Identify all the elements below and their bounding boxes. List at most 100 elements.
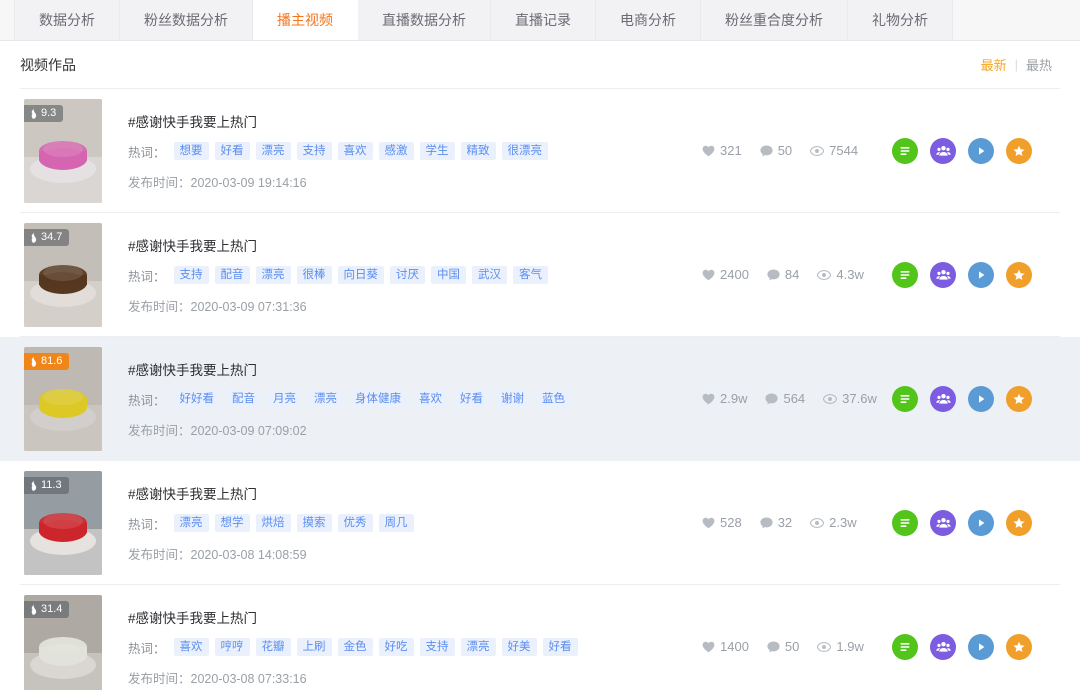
audience-button[interactable] (930, 385, 956, 412)
video-row[interactable]: 31.4 #感谢快手我要上热门 热词： 喜欢 哼哼 花瓣 上刷 金色 好吃 支持 漂亮 好美 好看 发布时… (20, 585, 1060, 690)
video-thumbnail[interactable]: 34.7 (24, 222, 102, 327)
hot-word-tag[interactable]: 优秀 (337, 513, 373, 533)
hot-word-tag[interactable]: 好吃 (378, 637, 414, 657)
favorite-button[interactable] (1006, 137, 1032, 164)
tab-2[interactable]: 播主视频 (253, 0, 358, 40)
tab-3[interactable]: 直播数据分析 New (358, 0, 491, 40)
video-title[interactable]: #感谢快手我要上热门 (128, 607, 702, 627)
video-row[interactable]: 11.3 #感谢快手我要上热门 热词： 漂亮 想学 烘焙 摸索 优秀 周几 发布时间：2020-0… (20, 461, 1060, 585)
publish-time-row: 发布时间：2020-03-08 07:33:16 (128, 668, 702, 687)
transcript-button[interactable] (892, 385, 918, 412)
hot-word-tag[interactable]: 蓝色 (536, 389, 572, 409)
star-icon (1013, 393, 1025, 404)
video-title[interactable]: #感谢快手我要上热门 (128, 483, 702, 503)
play-button[interactable] (968, 509, 994, 536)
hot-word-tag[interactable]: 漂亮 (460, 637, 496, 657)
hot-word-tag[interactable]: 好看 (542, 637, 578, 657)
video-title[interactable]: #感谢快手我要上热门 (128, 359, 702, 379)
video-title[interactable]: #感谢快手我要上热门 (128, 235, 702, 255)
hot-word-tag[interactable]: 讨厌 (390, 265, 426, 285)
hot-word-tag[interactable]: 好好看 (173, 389, 221, 409)
video-row[interactable]: 34.7 #感谢快手我要上热门 热词： 支持 配音 漂亮 很棒 向日葵 讨厌 中国 武汉 客气 发布时间… (20, 213, 1060, 337)
hot-word-tag[interactable]: 烘焙 (255, 513, 291, 533)
hot-word-tag[interactable]: 精致 (460, 141, 496, 161)
comment-icon (760, 517, 773, 528)
hot-word-tag[interactable]: 周几 (378, 513, 414, 533)
hot-word-tag[interactable]: 支持 (419, 637, 455, 657)
hot-word-tag[interactable]: 很棒 (296, 265, 332, 285)
video-thumbnail[interactable]: 81.6 (24, 346, 102, 451)
hot-word-tag[interactable]: 好看 (454, 389, 490, 409)
tab-7[interactable]: 礼物分析 New (848, 0, 953, 40)
comment-count-value: 32 (777, 515, 793, 530)
hot-word-tag[interactable]: 喜欢 (413, 389, 449, 409)
hot-word-tag[interactable]: 花瓣 (255, 637, 291, 657)
video-info: #感谢快手我要上热门 热词： 支持 配音 漂亮 很棒 向日葵 讨厌 中国 武汉 客气 发布时间：202… (102, 235, 702, 315)
hot-word-tag[interactable]: 谢谢 (495, 389, 531, 409)
tab-label: 电商分析 (620, 12, 676, 28)
play-button[interactable] (968, 385, 994, 412)
hot-word-tag[interactable]: 客气 (513, 265, 549, 285)
transcript-button[interactable] (892, 509, 918, 536)
transcript-button[interactable] (892, 261, 918, 288)
hot-word-tag[interactable]: 漂亮 (255, 141, 291, 161)
hot-word-tag[interactable]: 漂亮 (173, 513, 209, 533)
sort-newest[interactable]: 最新 (973, 55, 1015, 74)
audience-button[interactable] (930, 261, 956, 288)
hot-word-tag[interactable]: 配音 (214, 265, 250, 285)
favorite-button[interactable] (1006, 385, 1032, 412)
view-count: 1.9w (817, 639, 864, 654)
play-button[interactable] (968, 261, 994, 288)
video-thumbnail[interactable]: 11.3 (24, 470, 102, 575)
hot-word-tag[interactable]: 月亮 (267, 389, 303, 409)
tab-4[interactable]: 直播记录 New (491, 0, 596, 40)
favorite-button[interactable] (1006, 633, 1032, 660)
hot-word-tag[interactable]: 喜欢 (173, 637, 209, 657)
hot-word-tag[interactable]: 上刷 (296, 637, 332, 657)
hot-word-tag[interactable]: 中国 (431, 265, 467, 285)
tab-label: 粉丝重合度分析 (725, 12, 823, 28)
sort-hottest[interactable]: 最热 (1018, 55, 1060, 74)
transcript-button[interactable] (892, 633, 918, 660)
favorite-button[interactable] (1006, 509, 1032, 536)
audience-button[interactable] (930, 633, 956, 660)
play-icon (979, 394, 985, 403)
tab-5[interactable]: 电商分析 New (596, 0, 701, 40)
hot-word-tag[interactable]: 配音 (226, 389, 262, 409)
eye-icon (810, 517, 825, 528)
hot-word-tag[interactable]: 武汉 (472, 265, 508, 285)
hot-word-tag[interactable]: 好看 (214, 141, 250, 161)
hot-word-tag[interactable]: 想学 (214, 513, 250, 533)
hot-word-tag[interactable]: 身体健康 (349, 389, 408, 409)
video-title[interactable]: #感谢快手我要上热门 (128, 111, 702, 131)
play-button[interactable] (968, 137, 994, 164)
hot-word-tag[interactable]: 漂亮 (255, 265, 291, 285)
hot-word-tag[interactable]: 感激 (378, 141, 414, 161)
hot-word-tag[interactable]: 好美 (501, 637, 537, 657)
like-count-value: 2.9w (720, 391, 748, 406)
tab-6[interactable]: 粉丝重合度分析 New (701, 0, 848, 40)
audience-button[interactable] (930, 509, 956, 536)
hot-word-tag[interactable]: 支持 (173, 265, 209, 285)
tab-1[interactable]: 粉丝数据分析 (120, 0, 253, 40)
hot-word-tag[interactable]: 想要 (173, 141, 209, 161)
hot-word-tag[interactable]: 向日葵 (337, 265, 385, 285)
hot-word-tag[interactable]: 喜欢 (337, 141, 373, 161)
comment-count: 50 (760, 143, 792, 158)
hot-word-tag[interactable]: 金色 (337, 637, 373, 657)
audience-button[interactable] (930, 137, 956, 164)
transcript-button[interactable] (892, 137, 918, 164)
hot-word-tag[interactable]: 学生 (419, 141, 455, 161)
hot-word-tag[interactable]: 支持 (296, 141, 332, 161)
video-row[interactable]: 9.3 #感谢快手我要上热门 热词： 想要 好看 漂亮 支持 喜欢 感激 学生 精致 很漂亮 发布时间：… (20, 89, 1060, 213)
video-thumbnail[interactable]: 9.3 (24, 98, 102, 203)
favorite-button[interactable] (1006, 261, 1032, 288)
hot-word-tag[interactable]: 摸索 (296, 513, 332, 533)
video-thumbnail[interactable]: 31.4 (24, 594, 102, 690)
hot-word-tag[interactable]: 漂亮 (308, 389, 344, 409)
tab-0[interactable]: 数据分析 (14, 0, 120, 40)
hot-word-tag[interactable]: 很漂亮 (501, 141, 549, 161)
play-button[interactable] (968, 633, 994, 660)
hot-word-tag[interactable]: 哼哼 (214, 637, 250, 657)
video-row[interactable]: 81.6 #感谢快手我要上热门 热词： 好好看 配音 月亮 漂亮 身体健康 喜欢 好看 谢谢 蓝色 发布… (0, 337, 1080, 461)
